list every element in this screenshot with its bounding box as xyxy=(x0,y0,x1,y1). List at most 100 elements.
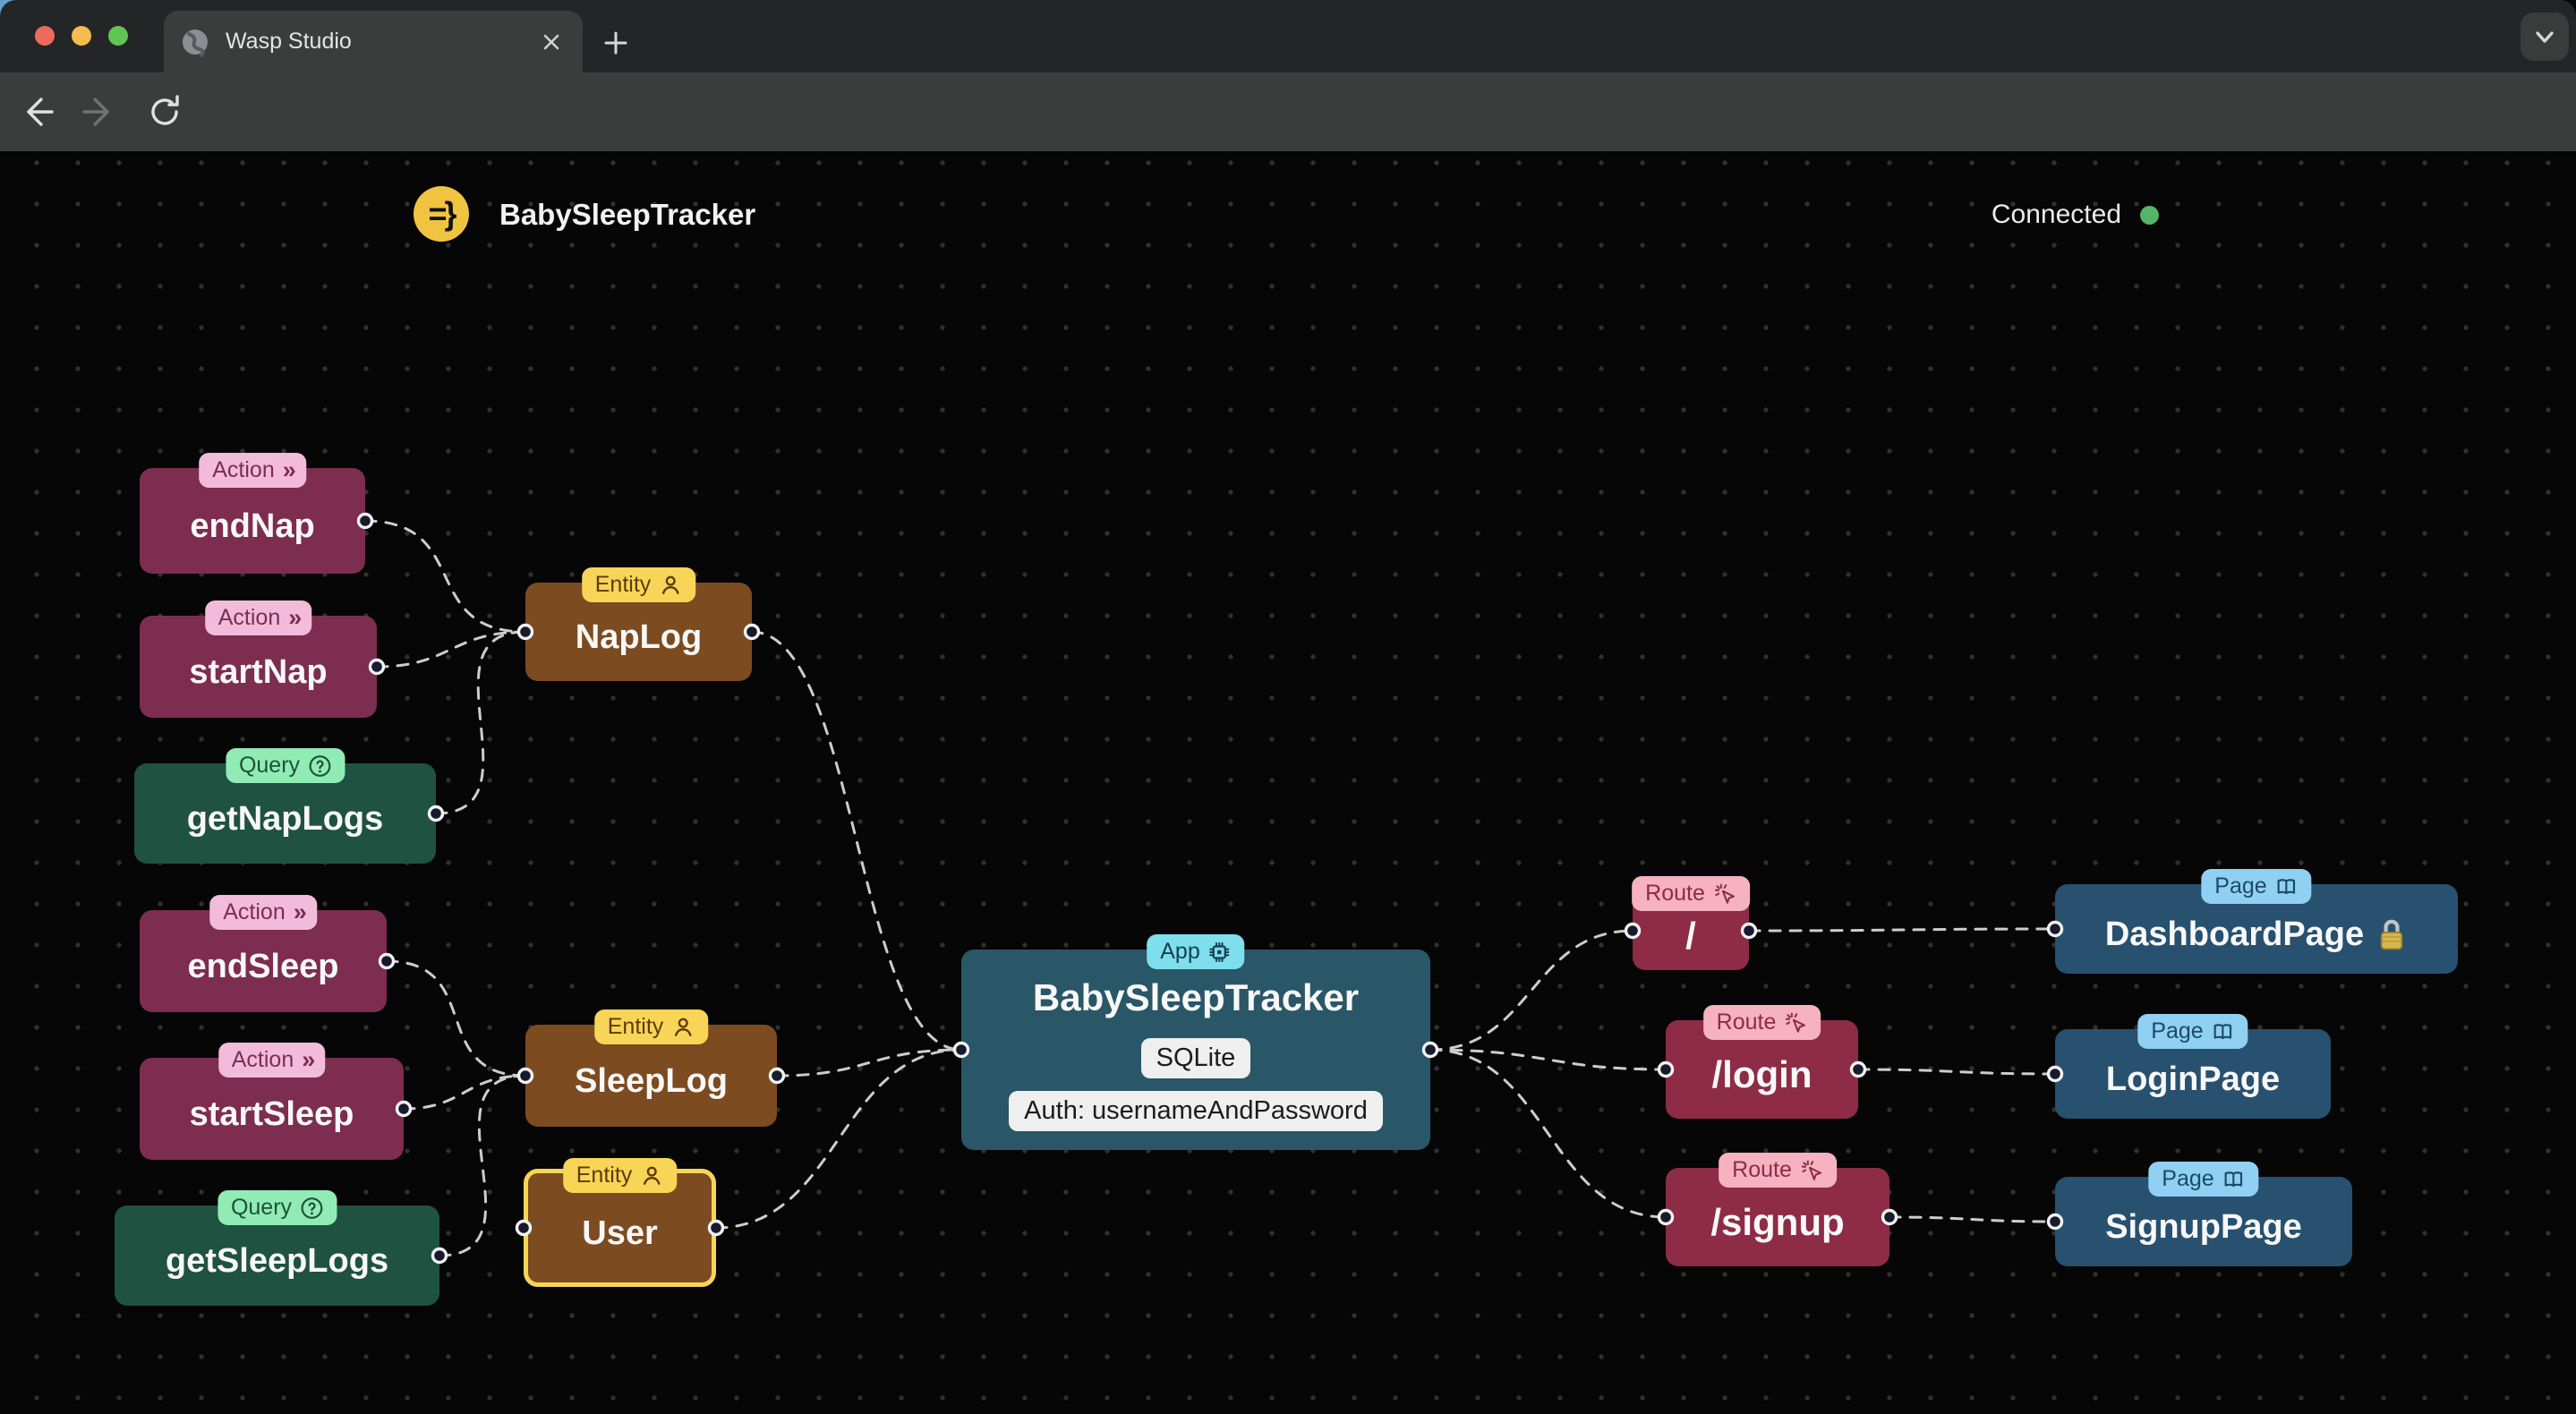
handle[interactable] xyxy=(1657,1060,1675,1078)
database-pill: SQLite xyxy=(1140,1038,1251,1078)
plus-icon xyxy=(604,31,627,55)
handle[interactable] xyxy=(952,1041,970,1059)
node-User[interactable]: Entity User xyxy=(524,1158,716,1287)
studio-header: =} BabySleepTracker Connected xyxy=(0,151,2576,277)
action-icon: » xyxy=(293,899,307,925)
back-button[interactable] xyxy=(13,87,63,137)
reload-button[interactable] xyxy=(140,87,190,137)
node-type-badge: App xyxy=(1147,934,1245,969)
node-label: LoginPage xyxy=(2105,1060,2281,1098)
node-label: User xyxy=(582,1214,658,1252)
window-minimize-button[interactable] xyxy=(72,26,91,46)
handle[interactable] xyxy=(1421,1041,1439,1059)
connection-status: Connected xyxy=(1992,200,2159,230)
badge-label: Entity xyxy=(607,1014,664,1039)
handle[interactable] xyxy=(516,623,534,641)
browser-tab[interactable]: Wasp Studio xyxy=(164,11,583,72)
node-DashboardPage[interactable]: Page DashboardPage xyxy=(2055,869,2458,974)
handle[interactable] xyxy=(768,1067,786,1085)
cursor-click-icon xyxy=(1801,1160,1821,1180)
node-startSleep[interactable]: Action » startSleep xyxy=(140,1043,404,1160)
node-endSleep[interactable]: Action » endSleep xyxy=(140,895,387,1012)
browser-toolbar: localhost:4000 Incognito Relaunch to upd… xyxy=(0,72,2576,215)
book-icon xyxy=(2224,1171,2243,1187)
node-type-badge: Page xyxy=(2148,1162,2259,1197)
handle[interactable] xyxy=(1657,1208,1675,1226)
node-type-badge: Entity xyxy=(593,1009,709,1044)
node-type-badge: Action » xyxy=(218,1043,326,1078)
handle[interactable] xyxy=(2046,1065,2064,1083)
handle[interactable] xyxy=(431,1247,448,1265)
lock-icon xyxy=(2380,919,2403,950)
action-icon: » xyxy=(288,604,302,631)
question-icon xyxy=(301,1197,322,1219)
node-label: getNapLogs xyxy=(186,799,384,838)
handle[interactable] xyxy=(395,1100,413,1118)
node-endNap[interactable]: Action » endNap xyxy=(140,453,365,574)
badge-label: Page xyxy=(2214,873,2267,899)
node-label: /signup xyxy=(1710,1201,1845,1243)
node-app-BabySleepTracker[interactable]: App BabySleepTracker SQLite Auth: userna… xyxy=(961,934,1430,1150)
handle[interactable] xyxy=(2046,1213,2064,1231)
node-getSleepLogs[interactable]: Query getSleepLogs xyxy=(115,1190,439,1306)
forward-button[interactable] xyxy=(73,87,124,137)
node-label: startNap xyxy=(189,652,328,691)
cursor-click-icon xyxy=(1714,883,1735,904)
node-getNapLogs[interactable]: Query getNapLogs xyxy=(134,748,436,864)
node-type-badge: Entity xyxy=(562,1158,678,1193)
browser-window: Wasp Studio =} BabySleepTracker Connecte… xyxy=(0,0,2576,1414)
window-zoom-button[interactable] xyxy=(108,26,128,46)
badge-label: Action xyxy=(231,1047,294,1072)
badge-label: Route xyxy=(1732,1157,1792,1182)
handle[interactable] xyxy=(1881,1208,1898,1226)
handle[interactable] xyxy=(427,805,445,822)
node-type-badge: Entity xyxy=(581,567,696,602)
handle[interactable] xyxy=(2046,920,2064,938)
tab-title: Wasp Studio xyxy=(226,29,352,54)
handle[interactable] xyxy=(368,658,386,676)
node-label: DashboardPage xyxy=(2105,916,2408,954)
node-label: / xyxy=(1685,915,1696,957)
node-type-badge: Query xyxy=(217,1190,337,1225)
auth-pill: Auth: usernameAndPassword xyxy=(1009,1091,1383,1131)
handle[interactable] xyxy=(1740,922,1758,940)
node-type-badge: Action » xyxy=(204,601,312,635)
handle[interactable] xyxy=(743,623,761,641)
window-close-button[interactable] xyxy=(35,26,55,46)
tab-close-icon[interactable] xyxy=(536,27,567,57)
handle[interactable] xyxy=(356,512,374,530)
badge-label: App xyxy=(1160,939,1200,964)
handle[interactable] xyxy=(516,1067,534,1085)
node-label: getSleepLogs xyxy=(165,1241,389,1280)
node-route-root[interactable]: Route / xyxy=(1632,876,1750,970)
node-type-badge: Action » xyxy=(209,895,317,930)
handle[interactable] xyxy=(1849,1060,1867,1078)
badge-label: Route xyxy=(1716,1009,1777,1035)
globe-favicon-icon xyxy=(183,29,208,57)
book-icon xyxy=(2277,878,2296,894)
node-SleepLog[interactable]: Entity SleepLog xyxy=(525,1009,777,1127)
chip-icon xyxy=(1209,941,1230,962)
node-SignupPage[interactable]: Page SignupPage xyxy=(2055,1162,2352,1266)
badge-label: Entity xyxy=(576,1163,633,1188)
handle[interactable] xyxy=(1624,922,1642,940)
handle[interactable] xyxy=(707,1219,725,1237)
tab-strip: Wasp Studio xyxy=(0,0,2576,72)
chevron-down-icon xyxy=(2536,31,2554,43)
new-tab-button[interactable] xyxy=(598,25,634,61)
handle[interactable] xyxy=(378,952,396,970)
status-label: Connected xyxy=(1991,200,2121,229)
badge-label: Query xyxy=(238,753,301,778)
node-NapLog[interactable]: Entity NapLog xyxy=(525,567,752,681)
node-label: SleepLog xyxy=(574,1061,729,1100)
back-arrow-icon xyxy=(27,98,54,126)
node-LoginPage[interactable]: Page LoginPage xyxy=(2055,1014,2331,1119)
page-canvas[interactable]: =} BabySleepTracker Connected Action » e… xyxy=(0,151,2576,1414)
node-route-login[interactable]: Route /login xyxy=(1666,1005,1858,1119)
reload-icon xyxy=(151,95,179,125)
tab-search-button[interactable] xyxy=(2521,13,2569,61)
cursor-click-icon xyxy=(1786,1012,1806,1033)
node-startNap[interactable]: Action » startNap xyxy=(140,601,377,718)
node-route-signup[interactable]: Route /signup xyxy=(1666,1153,1889,1266)
handle[interactable] xyxy=(515,1219,533,1237)
